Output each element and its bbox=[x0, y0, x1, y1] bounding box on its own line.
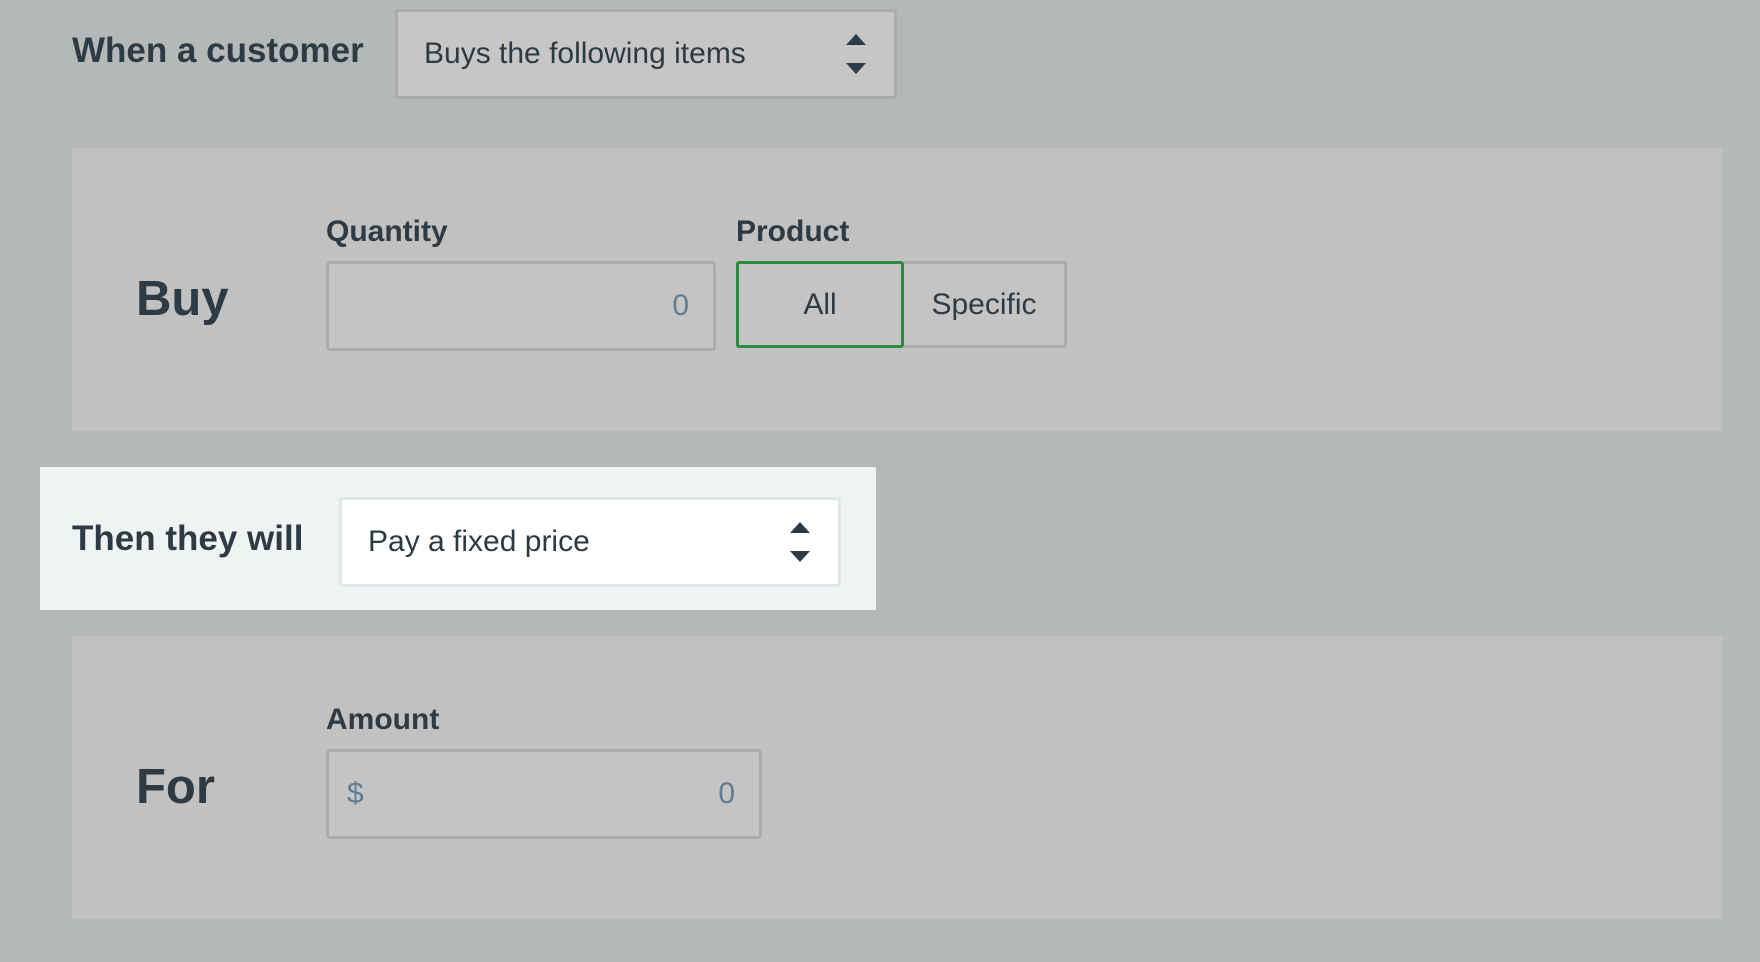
amount-input[interactable]: $ 0 bbox=[326, 749, 762, 839]
product-label: Product bbox=[736, 215, 850, 248]
quantity-value: 0 bbox=[672, 289, 689, 322]
for-title: For bbox=[136, 760, 215, 814]
condition-select[interactable]: Buys the following items bbox=[395, 9, 897, 99]
action-select[interactable]: Pay a fixed price bbox=[339, 497, 841, 587]
amount-value: 0 bbox=[718, 777, 735, 810]
product-option-all[interactable]: All bbox=[736, 261, 904, 348]
condition-select-value: Buys the following items bbox=[424, 37, 746, 70]
action-select-value: Pay a fixed price bbox=[368, 525, 590, 558]
for-panel bbox=[72, 636, 1722, 919]
quantity-label: Quantity bbox=[326, 215, 448, 248]
condition-label: When a customer bbox=[72, 31, 364, 70]
amount-label: Amount bbox=[326, 703, 440, 736]
up-down-caret-icon bbox=[790, 517, 812, 567]
currency-symbol: $ bbox=[347, 777, 364, 810]
buy-title: Buy bbox=[136, 272, 229, 326]
action-label: Then they will bbox=[72, 519, 304, 558]
up-down-caret-icon bbox=[846, 29, 868, 79]
quantity-input[interactable]: 0 bbox=[326, 261, 716, 351]
product-option-specific[interactable]: Specific bbox=[904, 261, 1067, 348]
